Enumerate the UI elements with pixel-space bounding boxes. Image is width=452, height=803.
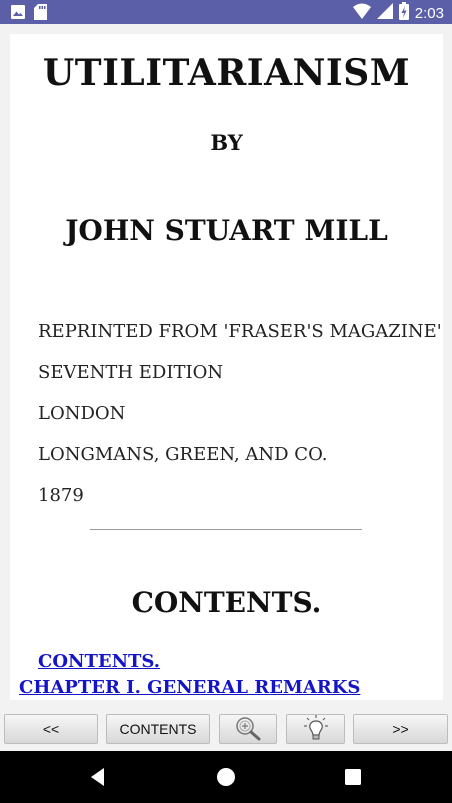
pub-line: REPRINTED FROM 'FRASER'S MAGAZINE'	[38, 321, 442, 342]
status-time: 2:03	[414, 4, 444, 22]
previous-page-button[interactable]: <<	[4, 714, 98, 744]
pub-line: 1879	[38, 485, 84, 506]
zoom-icon	[234, 715, 262, 744]
status-bar: 2:03	[0, 0, 452, 24]
toc-link-contents[interactable]: CONTENTS.	[38, 651, 160, 672]
contents-button[interactable]: CONTENTS	[106, 714, 210, 744]
pub-line: LONDON	[38, 403, 126, 424]
book-title: UTILITARIANISM	[42, 52, 411, 94]
pub-line: LONGMANS, GREEN, AND CO.	[38, 444, 328, 465]
byline: BY	[210, 130, 243, 155]
pub-line: SEVENTH EDITION	[38, 362, 224, 383]
home-icon[interactable]	[214, 765, 238, 789]
lightbulb-icon	[303, 714, 329, 745]
next-page-button[interactable]: >>	[353, 714, 448, 744]
wifi-icon	[352, 3, 371, 24]
battery-charging-icon	[398, 2, 409, 25]
photo-icon	[10, 4, 26, 25]
signal-icon	[376, 3, 393, 24]
status-left	[10, 4, 47, 25]
toc-link-chapter-1[interactable]: CHAPTER I. GENERAL REMARKS	[19, 677, 360, 698]
recent-apps-icon[interactable]	[341, 765, 365, 789]
divider	[90, 529, 362, 530]
publication-info: REPRINTED FROM 'FRASER'S MAGAZINE' SEVEN…	[38, 319, 442, 524]
back-icon[interactable]	[86, 765, 110, 789]
book-page[interactable]: UTILITARIANISM BY JOHN STUART MILL REPRI…	[10, 34, 443, 700]
sd-card-icon	[34, 4, 47, 25]
author-name: JOHN STUART MILL	[65, 214, 388, 247]
light-button[interactable]	[286, 714, 345, 744]
navigation-bar	[0, 751, 452, 803]
zoom-button[interactable]	[219, 714, 277, 744]
status-right: 2:03	[352, 2, 444, 25]
contents-heading: CONTENTS.	[131, 586, 322, 619]
reader-toolbar: << CONTENTS >>	[0, 711, 452, 749]
